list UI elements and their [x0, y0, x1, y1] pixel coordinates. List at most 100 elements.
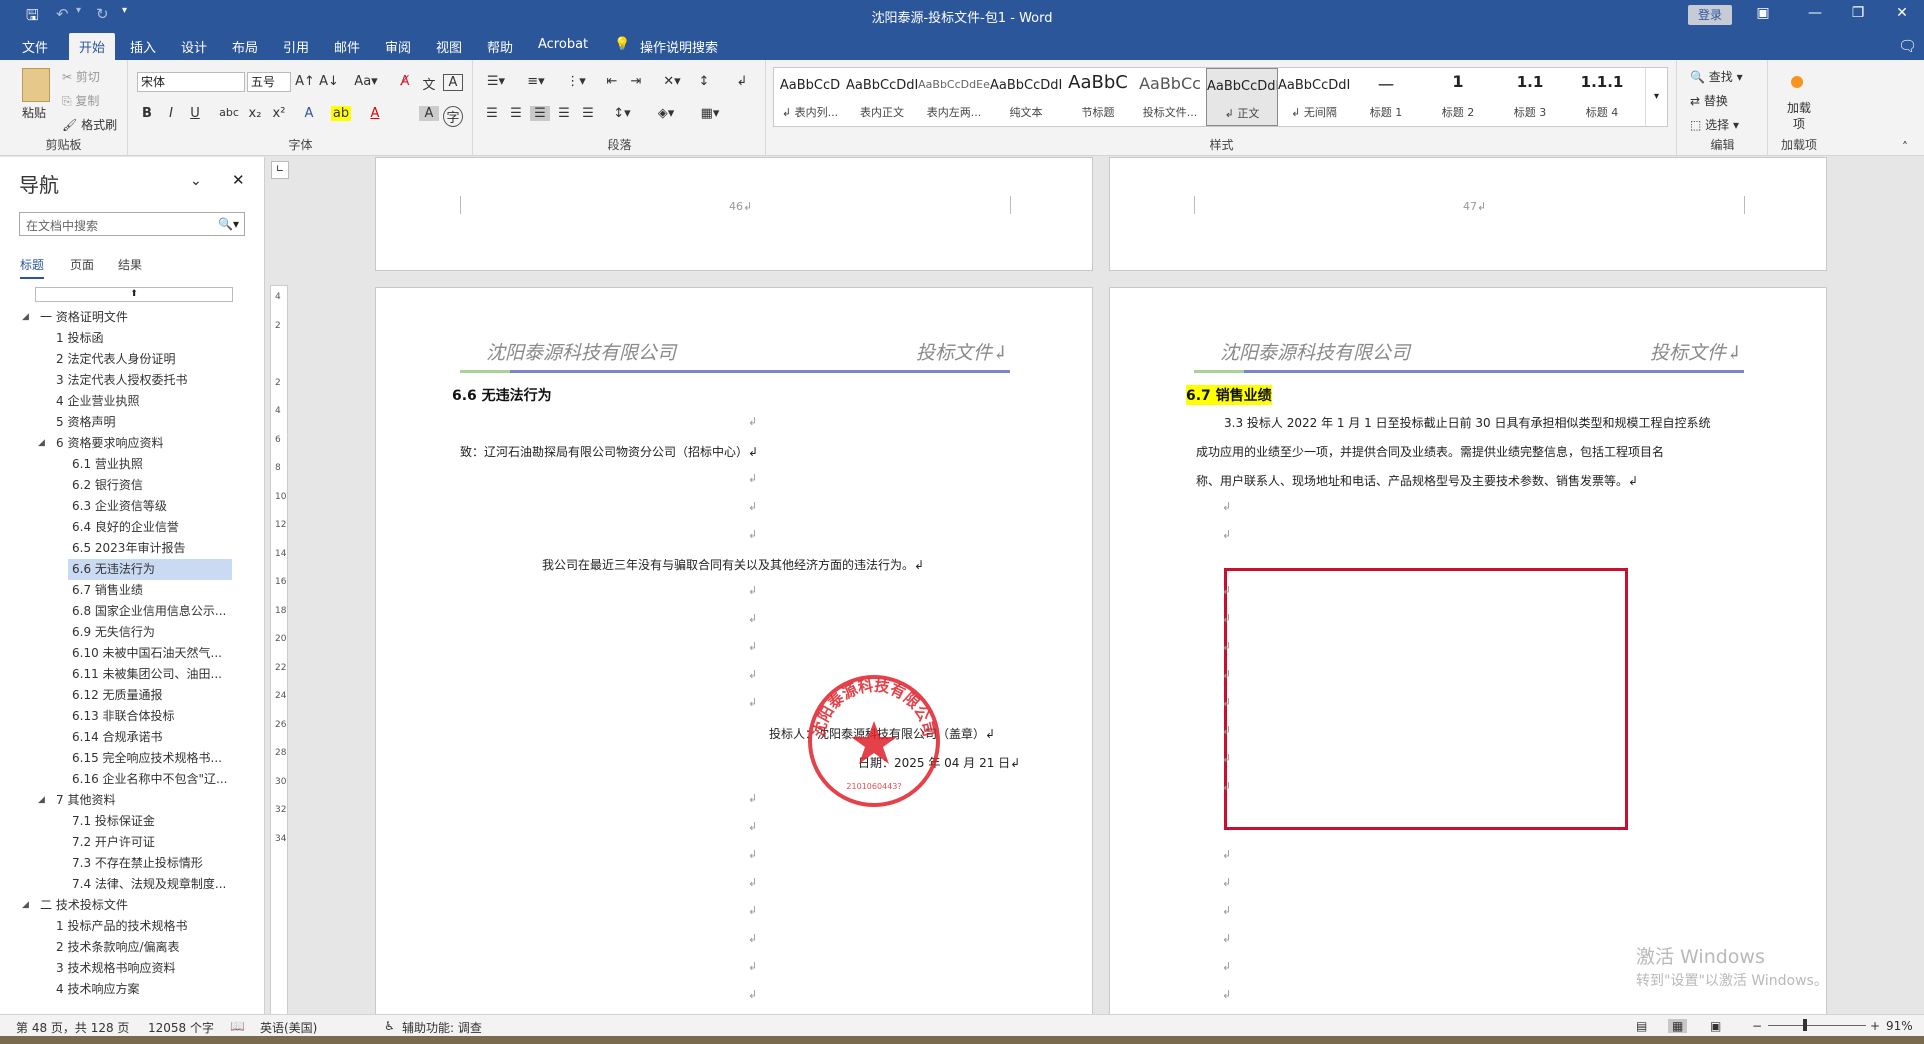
nav-heading-item[interactable]: 6.5 2023年审计报告 — [68, 538, 232, 559]
nav-tab-headings[interactable]: 标题 — [20, 256, 45, 279]
shrink-font-icon[interactable]: A↓ — [319, 74, 339, 89]
style-item[interactable]: 1 标题 2 — [1422, 68, 1494, 126]
copy-button[interactable]: ⎘ 复制 — [62, 92, 99, 109]
bold-icon[interactable]: B — [137, 106, 157, 121]
highlight-icon[interactable]: ab — [331, 106, 351, 121]
zoom-in-icon[interactable]: + — [1870, 1019, 1880, 1033]
subscript-icon[interactable]: x₂ — [245, 106, 265, 121]
align-center-icon[interactable]: ☰ — [506, 106, 526, 121]
tell-me-search[interactable]: 操作说明搜索 — [640, 37, 718, 56]
align-right-icon[interactable]: ☰ — [530, 106, 550, 121]
tab-file[interactable]: 文件 — [22, 37, 48, 56]
nav-heading-item[interactable]: 3 法定代表人授权委托书 — [52, 370, 232, 391]
bullets-icon[interactable]: ☰▾ — [482, 74, 510, 89]
nav-heading-item[interactable]: 6.10 未被中国石油天然气... — [68, 643, 232, 664]
nav-heading-item[interactable]: 6.2 银行资信 — [68, 475, 232, 496]
nav-heading-item[interactable]: 6.16 企业名称中不包含"辽... — [68, 769, 232, 790]
nav-heading-item[interactable]: 3 技术规格书响应资料 — [52, 958, 232, 979]
style-item[interactable]: AaBbC 节标题 — [1062, 68, 1134, 126]
italic-icon[interactable]: I — [161, 106, 181, 121]
nav-heading-item[interactable]: 2 法定代表人身份证明 — [52, 349, 232, 370]
borders-icon[interactable]: ▦▾ — [696, 106, 724, 121]
nav-heading-item[interactable]: 1 投标函 — [52, 328, 232, 349]
strikethrough-icon[interactable]: abc — [217, 106, 241, 119]
cut-button[interactable]: ✂ 剪切 — [62, 68, 100, 85]
char-border-icon[interactable]: A — [443, 74, 463, 91]
tab-layout[interactable]: 布局 — [232, 37, 258, 56]
clear-format-icon[interactable]: A̸ — [395, 74, 415, 89]
collapse-triangle-icon[interactable]: ◢ — [38, 438, 45, 448]
nav-heading-item[interactable]: 6.6 无违法行为 — [68, 559, 232, 580]
align-left-icon[interactable]: ☰ — [482, 106, 502, 121]
nav-heading-item[interactable]: 6.13 非联合体投标 — [68, 706, 232, 727]
superscript-icon[interactable]: x² — [269, 106, 289, 121]
section-heading-6-7[interactable]: 6.7 销售业绩 — [1186, 385, 1272, 405]
nav-search-input[interactable]: 在文档中搜索 — [19, 212, 245, 236]
tab-design[interactable]: 设计 — [181, 37, 207, 56]
page-count[interactable]: 第 48 页，共 128 页 — [16, 1019, 129, 1036]
nav-tab-pages[interactable]: 页面 — [70, 256, 94, 273]
nav-options-icon[interactable]: ⌄ — [190, 173, 202, 189]
minimize-icon[interactable]: — — [1800, 5, 1830, 21]
tab-home[interactable]: 开始 — [69, 33, 116, 60]
enclose-char-icon[interactable]: 字 — [443, 106, 463, 127]
style-item[interactable]: AaBbCc 投标文件... — [1134, 68, 1206, 126]
select-button[interactable]: ⬚ 选择 ▾ — [1690, 116, 1739, 133]
statement-line[interactable]: 我公司在最近三年没有与骗取合同有关以及其他经济方面的违法行为。↲ — [542, 556, 924, 573]
numbering-icon[interactable]: ≡▾ — [522, 74, 550, 89]
decrease-indent-icon[interactable]: ⇤ — [602, 74, 622, 89]
nav-heading-item[interactable]: 7 其他资料 — [52, 790, 232, 811]
addins-button[interactable]: 加载项 — [1783, 100, 1815, 132]
nav-close-icon[interactable]: ✕ — [232, 171, 245, 189]
nav-heading-item[interactable]: 6 资格要求响应资料 — [52, 433, 232, 454]
nav-heading-item[interactable]: 4 企业营业执照 — [52, 391, 232, 412]
nav-heading-item[interactable]: 6.1 营业执照 — [68, 454, 232, 475]
nav-heading-item[interactable]: 5 资格声明 — [52, 412, 232, 433]
grow-font-icon[interactable]: A↑ — [295, 74, 315, 89]
nav-heading-item[interactable]: 6.12 无质量通报 — [68, 685, 232, 706]
login-button[interactable]: 登录 — [1688, 5, 1732, 25]
increase-indent-icon[interactable]: ⇥ — [626, 74, 646, 89]
style-item[interactable]: AaBbCcDdI 纯文本 — [990, 68, 1062, 126]
collapse-triangle-icon[interactable]: ◢ — [22, 900, 29, 910]
font-size-select[interactable]: 五号 — [247, 72, 291, 92]
style-item[interactable]: AaBbCcDdI ↲ 无间隔 — [1278, 68, 1350, 126]
zoom-level[interactable]: 91% — [1886, 1019, 1913, 1033]
close-icon[interactable]: ✕ — [1887, 5, 1917, 21]
styles-more-icon[interactable]: ▾ — [1645, 68, 1667, 126]
tab-mailings[interactable]: 邮件 — [334, 37, 360, 56]
zoom-out-icon[interactable]: − — [1752, 1019, 1762, 1033]
nav-scroll-up-icon[interactable]: ⬆ — [35, 287, 233, 302]
ribbon-display-icon[interactable]: ▣ — [1748, 5, 1778, 21]
nav-heading-item[interactable]: 7.2 开户许可证 — [68, 832, 232, 853]
tab-references[interactable]: 引用 — [283, 37, 309, 56]
collapse-triangle-icon[interactable]: ◢ — [22, 312, 29, 322]
accessibility-icon[interactable]: ♿ — [384, 1019, 395, 1033]
nav-heading-item[interactable]: 6.15 完全响应技术规格书... — [68, 748, 232, 769]
word-count[interactable]: 12058 个字 — [148, 1019, 214, 1036]
recipient-line[interactable]: 致：辽河石油勘探局有限公司物资分公司（招标中心）↲ — [460, 443, 758, 460]
find-button[interactable]: 🔍 查找 ▾ — [1690, 68, 1743, 85]
nav-heading-item[interactable]: 6.9 无失信行为 — [68, 622, 232, 643]
collapse-ribbon-icon[interactable]: ˄ — [1902, 140, 1908, 154]
nav-tab-results[interactable]: 结果 — [118, 256, 142, 273]
multilevel-icon[interactable]: ⋮▾ — [562, 74, 590, 89]
style-item[interactable]: AaBbCcDdI 表内正文 — [846, 68, 918, 126]
tab-acrobat[interactable]: Acrobat — [538, 37, 588, 52]
paste-button[interactable]: 粘贴 — [22, 104, 46, 121]
collapse-triangle-icon[interactable]: ◢ — [38, 795, 45, 805]
font-color-icon[interactable]: A — [365, 106, 385, 121]
requirement-line-2[interactable]: 成功应用的业绩至少一项，并提供合同及业绩表。需提供业绩完整信息，包括工程项目名 — [1196, 443, 1664, 460]
vertical-ruler[interactable]: 4 2 2 4 6 8 10 12 14 16 18 20 22 24 26 28 30 32 34 — [270, 285, 288, 1015]
style-item[interactable]: AaBbCcDdEe 表内左两... — [918, 68, 990, 126]
phonetic-icon[interactable]: 文 — [419, 74, 439, 93]
print-layout-icon[interactable]: ▦ — [1668, 1019, 1688, 1033]
style-item[interactable]: 一标题 1 — [1350, 68, 1422, 126]
tab-insert[interactable]: 插入 — [130, 37, 156, 56]
show-marks-icon[interactable]: ↲ — [732, 74, 752, 89]
language[interactable]: 英语(美国) — [260, 1019, 317, 1036]
tab-review[interactable]: 审阅 — [385, 37, 411, 56]
nav-heading-item[interactable]: 二 技术投标文件 — [36, 895, 232, 916]
shading-icon[interactable]: ◈▾ — [652, 106, 680, 121]
char-scaling-icon[interactable]: ✕▾ — [658, 74, 686, 89]
